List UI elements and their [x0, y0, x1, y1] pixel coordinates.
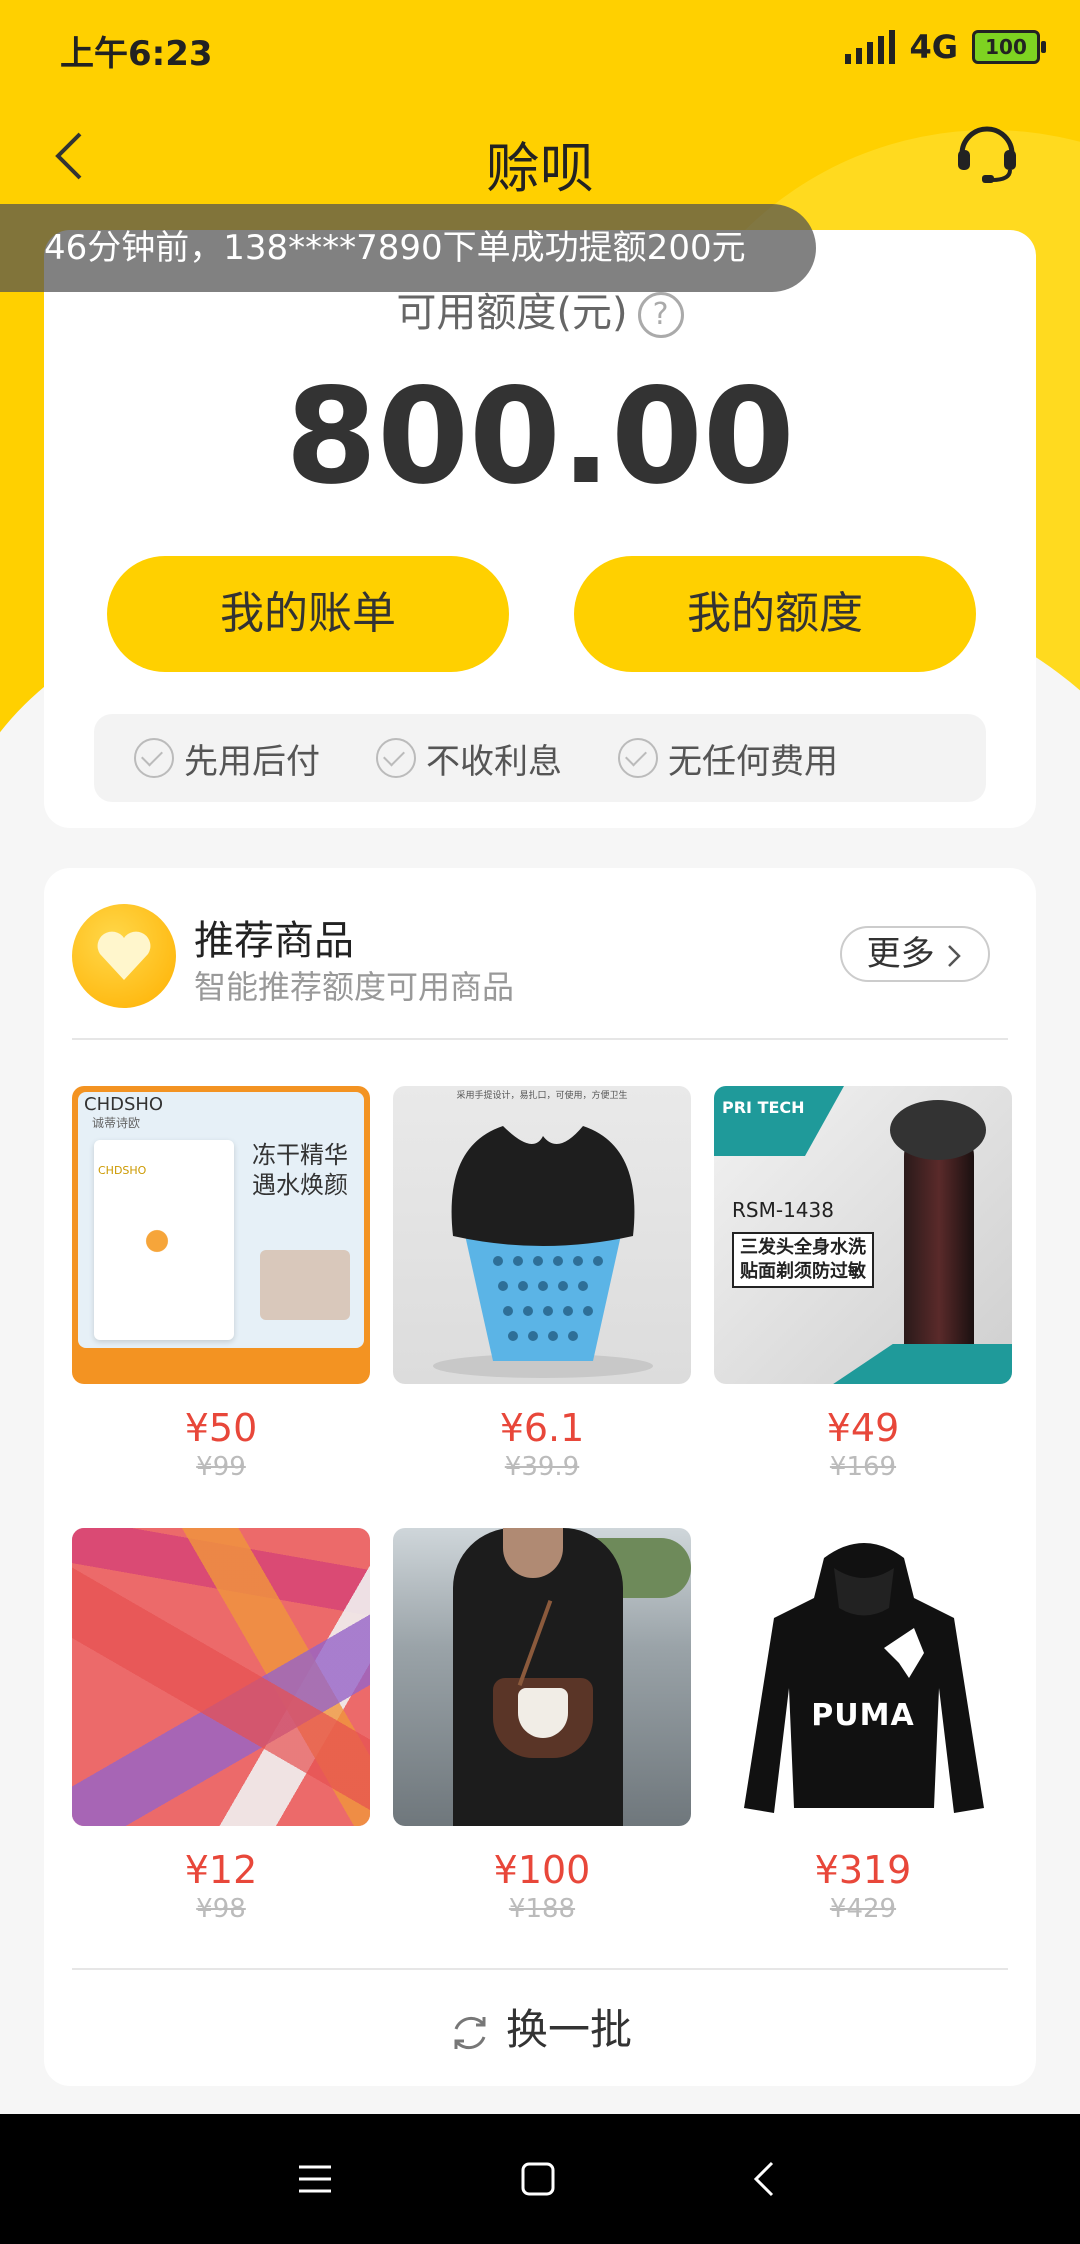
check-circle-icon — [618, 738, 658, 778]
credit-label: 可用额度(元) — [396, 290, 628, 336]
headset-icon — [958, 126, 1016, 183]
home-square-icon — [521, 2162, 555, 2196]
product-image: PRI TECH RSM-1438 三发头全身水洗 贴面剃须防过敏 — [714, 1086, 1012, 1384]
feature-list: 先用后付 不收利息 无任何费用 — [94, 714, 986, 802]
battery-icon: 100 — [972, 30, 1046, 64]
product-item[interactable]: ¥12 ¥98 — [72, 1528, 370, 1924]
signal-icon — [845, 30, 896, 64]
page-title: 赊呗 — [486, 137, 594, 200]
credit-amount: 800.00 — [285, 360, 795, 514]
more-button[interactable]: 更多 — [840, 926, 990, 982]
status-bar: 上午6:23 4G 100 — [0, 0, 1080, 100]
product-image: 采用手提设计，易扎口，可使用，方便卫生 — [393, 1086, 691, 1384]
divider — [72, 1968, 1008, 1970]
feature-item: 不收利息 — [376, 734, 562, 783]
network-type: 4G — [909, 28, 958, 66]
product-price: ¥319 — [814, 1848, 912, 1892]
recommend-title: 推荐商品 — [194, 918, 354, 964]
notice-banner: 46分钟前，138****7890下单成功提额200元 — [0, 204, 816, 292]
status-time: 上午6:23 — [60, 34, 213, 74]
check-circle-icon — [134, 738, 174, 778]
product-original-price: ¥429 — [829, 1894, 897, 1924]
product-item[interactable]: PRI TECH RSM-1438 三发头全身水洗 贴面剃须防过敏 ¥49 ¥1… — [714, 1086, 1012, 1482]
product-original-price: ¥98 — [196, 1894, 246, 1924]
product-item[interactable]: PUMA ¥319 ¥429 — [714, 1528, 1012, 1924]
refresh-button[interactable]: 换一批 — [44, 1996, 1036, 2057]
credit-card: 可用额度(元)? 800.00 我的账单 我的额度 先用后付 不收利息 无任何费… — [44, 230, 1036, 828]
product-original-price: ¥169 — [829, 1452, 897, 1482]
product-price: ¥50 — [184, 1406, 258, 1450]
system-nav-bar — [0, 2114, 1080, 2244]
my-bill-button[interactable]: 我的账单 — [107, 556, 509, 672]
product-image — [72, 1528, 370, 1826]
product-price: ¥12 — [184, 1848, 258, 1892]
product-image: PUMA — [714, 1528, 1012, 1826]
refresh-icon — [454, 2016, 486, 2049]
heart-badge-icon — [72, 904, 176, 1008]
product-original-price: ¥39.9 — [504, 1452, 580, 1482]
help-icon[interactable]: ? — [637, 292, 684, 338]
product-original-price: ¥188 — [508, 1894, 576, 1924]
product-price: ¥100 — [493, 1848, 591, 1892]
menu-button[interactable] — [295, 2159, 335, 2199]
divider — [72, 1038, 1008, 1040]
my-limit-button[interactable]: 我的额度 — [574, 556, 976, 672]
check-circle-icon — [376, 738, 416, 778]
system-back-button[interactable] — [746, 2159, 786, 2199]
product-image: CHDSHO 诚蒂诗欧 CHDSHO 冻干精华 遇水焕颜 — [72, 1086, 370, 1384]
product-price: ¥49 — [826, 1406, 900, 1450]
recommend-subtitle: 智能推荐额度可用商品 — [194, 968, 515, 1006]
recommend-card: 推荐商品 智能推荐额度可用商品 更多 CHDSHO 诚蒂诗欧 CHDSHO 冻干… — [44, 868, 1036, 2086]
feature-item: 先用后付 — [134, 734, 320, 783]
product-item[interactable]: 采用手提设计，易扎口，可使用，方便卫生 ¥6.1 ¥39.9 — [393, 1086, 691, 1482]
menu-icon — [299, 2165, 331, 2193]
product-original-price: ¥99 — [196, 1452, 246, 1482]
customer-service-button[interactable] — [952, 116, 1022, 186]
feature-item: 无任何费用 — [618, 734, 838, 783]
product-item[interactable]: ¥100 ¥188 — [393, 1528, 691, 1924]
product-price: ¥6.1 — [499, 1406, 585, 1450]
back-arrow-icon — [753, 2161, 774, 2197]
product-item[interactable]: CHDSHO 诚蒂诗欧 CHDSHO 冻干精华 遇水焕颜 ¥50 ¥99 — [72, 1086, 370, 1482]
product-image — [393, 1528, 691, 1826]
home-button[interactable] — [518, 2159, 558, 2199]
chevron-right-icon — [948, 944, 962, 967]
